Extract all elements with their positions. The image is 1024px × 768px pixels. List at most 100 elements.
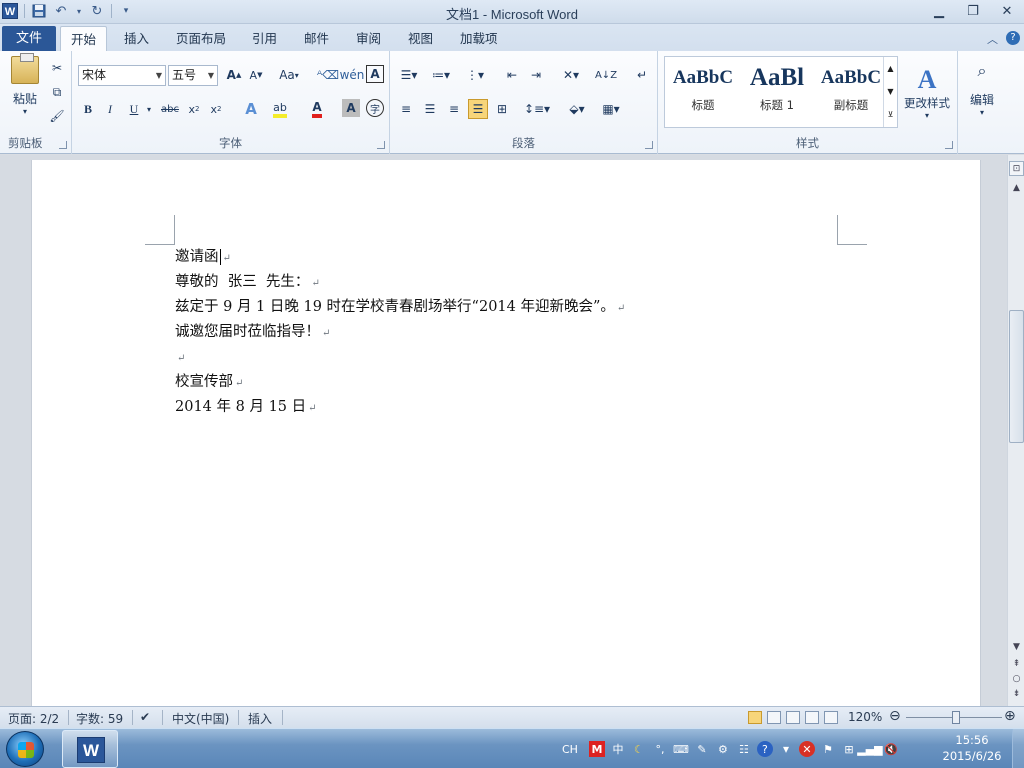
draft-icon[interactable] [824,711,838,724]
tab-home[interactable]: 开始 [60,26,108,51]
subscript-icon[interactable]: x2 [184,99,204,119]
superscript-icon[interactable]: x2 [206,99,226,119]
increase-indent-icon[interactable]: ⇥ [526,65,546,85]
style-title[interactable]: AaBbC 标题 [667,59,739,125]
clear-format-icon[interactable]: ᴬ⌫ [317,65,339,85]
help-icon[interactable]: ? [1006,31,1020,45]
sort-icon[interactable]: A↓Z [595,65,617,85]
distributed-icon[interactable]: ⊞ [492,99,512,119]
scroll-up-icon[interactable]: ▲ [1009,181,1024,196]
network-icon[interactable]: ▂▄▆ [857,741,882,757]
format-painter-icon[interactable]: 🖌 [48,107,66,125]
highlight-icon[interactable]: ab [268,99,292,119]
zoom-in-icon[interactable]: ⊕ [1004,708,1016,724]
ime-moon-icon[interactable]: ☾ [631,741,647,757]
enclose-char-icon[interactable]: 字 [366,99,384,117]
cut-icon[interactable]: ✂ [48,59,66,77]
decrease-indent-icon[interactable]: ⇤ [502,65,522,85]
doc-line-date[interactable]: 2014 年 8 月 15 日 ↵ [175,395,317,419]
zoom-level[interactable]: 120% [848,710,882,724]
style-heading1[interactable]: AaBl 标题 1 [741,59,813,125]
change-case-button[interactable]: Aa ▾ [276,65,302,85]
styles-more-icon[interactable]: ⊻ [884,103,897,126]
justify-icon[interactable]: ☰ [468,99,488,119]
phonetic-guide-icon[interactable]: wén [340,65,365,85]
outline-icon[interactable] [805,711,819,724]
char-border-icon[interactable]: A [366,65,384,83]
doc-line-title[interactable]: 邀请函 ↵ [175,245,231,269]
clipboard-launcher-icon[interactable] [59,141,67,149]
zoom-slider-thumb[interactable] [952,711,960,724]
windows-flag-icon[interactable]: ⊞ [841,741,857,757]
doc-line-signature[interactable]: 校宣传部 ↵ [175,370,243,394]
align-left-icon[interactable]: ≡ [396,99,416,119]
change-styles-button[interactable]: A 更改样式 ▾ [900,57,954,127]
borders-icon[interactable]: ▦▾ [598,99,624,119]
align-center-icon[interactable]: ☰ [420,99,440,119]
web-layout-icon[interactable] [786,711,800,724]
chinese-layout-icon[interactable]: ✕▾ [558,65,584,85]
proofing-icon[interactable]: ✔ [140,710,150,724]
tab-page-layout[interactable]: 页面布局 [166,26,236,51]
collapse-ribbon-icon[interactable]: ︿ [987,31,998,47]
start-button[interactable] [6,731,44,767]
underline-dropdown-icon[interactable]: ▾ [144,99,154,119]
show-desktop-button[interactable] [1012,729,1024,768]
copy-icon[interactable]: ⧉ [48,83,66,101]
styles-up-icon[interactable]: ▲ [884,57,897,80]
ime-skin-icon[interactable]: ✎ [694,741,710,757]
ime-indicator[interactable]: CH [562,743,578,756]
grow-font-icon[interactable]: A ▲ [224,65,244,85]
ime-settings-icon[interactable]: ☷ [736,741,752,757]
font-size-combo[interactable]: 五号 ▼ [168,65,218,86]
print-layout-icon[interactable] [748,711,762,724]
styles-launcher-icon[interactable] [945,141,953,149]
text-effects-icon[interactable]: A [240,99,262,119]
ime-m-icon[interactable]: M [588,741,605,757]
tab-insert[interactable]: 插入 [114,26,159,51]
font-name-combo[interactable]: 宋体 ▼ [78,65,166,86]
close-icon[interactable]: ✕ [990,0,1024,22]
underline-icon[interactable]: U [124,99,144,119]
show-marks-icon[interactable]: ↵ [632,65,652,85]
doc-line-invite[interactable]: 诚邀您届时莅临指导！ ↵ [175,320,330,344]
tab-review[interactable]: 审阅 [346,26,391,51]
previous-page-icon[interactable]: ⇞ [1009,657,1024,672]
vertical-scrollbar[interactable]: ⊡ ▲ ▼ ⇞ ○ ⇟ [1007,155,1024,706]
font-color-icon[interactable]: A [306,99,328,119]
caret-icon[interactable]: ▾ [778,741,794,757]
minimize-icon[interactable]: ▁ [922,0,956,22]
font-launcher-icon[interactable] [377,141,385,149]
doc-line-body[interactable]: 兹定于 9 月 1 日晚 19 时在学校青春剧场举行“2014 年迎新晚会”。 ↵ [175,295,625,319]
strikethrough-icon[interactable]: abc [158,99,182,119]
insert-mode[interactable]: 插入 [248,710,272,727]
tab-file[interactable]: 文件 [2,26,56,51]
keyboard-icon[interactable]: ⌨ [673,741,689,757]
security-alert-icon[interactable]: ✕ [798,741,815,757]
tab-references[interactable]: 引用 [242,26,287,51]
styles-down-icon[interactable]: ▼ [884,80,897,103]
next-page-icon[interactable]: ⇟ [1009,687,1024,702]
font-name-dropdown-icon[interactable]: ▼ [156,66,162,85]
taskbar-clock[interactable]: 15:56 2015/6/26 [938,732,1006,764]
italic-icon[interactable]: I [100,99,120,119]
scroll-down-icon[interactable]: ▼ [1009,640,1024,655]
line-spacing-icon[interactable]: ↕≡▾ [524,99,550,119]
ime-chinese-icon[interactable]: 中 [610,741,626,757]
numbering-icon[interactable]: ≔▾ [428,65,454,85]
tab-mailings[interactable]: 邮件 [294,26,339,51]
zoom-out-icon[interactable]: ⊖ [889,708,901,724]
bold-icon[interactable]: B [78,99,98,119]
font-size-dropdown-icon[interactable]: ▼ [208,66,214,85]
style-subtitle[interactable]: AaBbC 副标题 [815,59,887,125]
ime-tools-icon[interactable]: ⚙ [715,741,731,757]
align-right-icon[interactable]: ≡ [444,99,464,119]
paste-button[interactable]: 粘贴 ▾ [8,53,42,116]
restore-icon[interactable]: ❐ [956,0,990,22]
action-center-icon[interactable]: ⚑ [820,741,836,757]
page-count[interactable]: 页面: 2/2 [8,710,59,727]
taskbar-word-button[interactable]: W [62,730,118,768]
language-status[interactable]: 中文(中国) [172,710,229,727]
document-page[interactable]: 邀请函 ↵ 尊敬的 张三 先生： ↵ 兹定于 9 月 1 日晚 19 时在学校青春剧… [31,160,981,720]
ime-punct-icon[interactable]: °, [652,741,668,757]
